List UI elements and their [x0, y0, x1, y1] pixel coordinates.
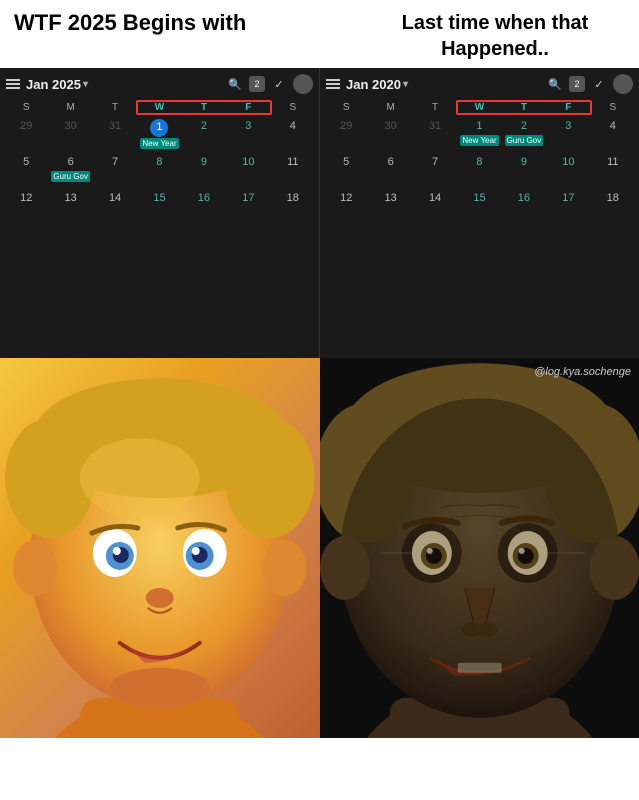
day-w-2020: W — [457, 100, 501, 115]
cal-cell: 3 — [226, 117, 270, 153]
day-s2: S — [271, 100, 315, 115]
event-tag: Guru Gov — [51, 171, 90, 182]
cal-cell: 5 — [4, 153, 48, 189]
day-s1: S — [4, 100, 48, 115]
calendars-section: Jan 2025 ▾ 🔍 2 ✓ S M T W T F S — [0, 68, 639, 358]
day-m: M — [48, 100, 92, 115]
search-icon[interactable]: 🔍 — [226, 75, 244, 93]
cal-cell: 16 — [502, 189, 546, 225]
cal-cell: 1New Year — [137, 117, 181, 153]
cal-cell: 15 — [457, 189, 501, 225]
event-tag: Guru Gov — [505, 135, 544, 146]
cal-cell: 31 — [413, 117, 457, 153]
cal-cell: 5 — [324, 153, 368, 189]
cal-cell: 7 — [413, 153, 457, 189]
cal-grid-2025: 2930311New Year23456Guru Gov789101112131… — [4, 117, 315, 225]
cal-cell: 10 — [226, 153, 270, 189]
cal-cell: 29 — [4, 117, 48, 153]
cal-cell: 31 — [93, 117, 137, 153]
mr-incredible-normal-svg — [0, 358, 320, 738]
cal-cell: 1New Year — [457, 117, 501, 153]
cal-cell: 6Guru Gov — [48, 153, 92, 189]
cal-2020-header: Jan 2020 ▾ 🔍 2 ✓ — [324, 74, 635, 94]
cal-cell: 15 — [137, 189, 181, 225]
cal-2025-header: Jan 2025 ▾ 🔍 2 ✓ — [4, 74, 315, 94]
avatar — [293, 74, 313, 94]
month-label-2020: Jan 2020 ▾ — [346, 77, 408, 92]
menu-icon-2020[interactable] — [326, 79, 340, 89]
day-s1-2020: S — [324, 100, 368, 115]
cal-cell: 11 — [591, 153, 635, 189]
avatar-2020 — [613, 74, 633, 94]
cal-cell: 6 — [368, 153, 412, 189]
month-label-2025: Jan 2025 ▾ — [26, 77, 88, 92]
cal-cell: 12 — [4, 189, 48, 225]
cal-cell: 30 — [368, 117, 412, 153]
search-icon-2020[interactable]: 🔍 — [546, 75, 564, 93]
cal-cell: 9 — [182, 153, 226, 189]
day-s2-2020: S — [591, 100, 635, 115]
day-f-2020: F — [546, 100, 590, 115]
cal-cell: 30 — [48, 117, 92, 153]
top-text-section: WTF 2025 Begins with Last time when that… — [0, 0, 639, 68]
cal-header-icons-2020: 🔍 2 ✓ — [546, 74, 633, 94]
cal-cell: 11 — [271, 153, 315, 189]
day-t1-2020: T — [413, 100, 457, 115]
dropdown-arrow-2020: ▾ — [403, 79, 408, 90]
cal-cell: 14 — [93, 189, 137, 225]
badge-2: 2 — [249, 76, 265, 92]
day-headers-2025: S M T W T F S — [4, 100, 315, 115]
cal-cell: 16 — [182, 189, 226, 225]
day-t2: T — [182, 100, 226, 115]
check-icon[interactable]: ✓ — [270, 75, 288, 93]
day-t1: T — [93, 100, 137, 115]
cal-cell: 10 — [546, 153, 590, 189]
cal-cell: 4 — [591, 117, 635, 153]
day-t2-2020: T — [502, 100, 546, 115]
cal-cell: 17 — [546, 189, 590, 225]
cal-cell: 7 — [93, 153, 137, 189]
cal-cell: 13 — [368, 189, 412, 225]
cal-cell: 17 — [226, 189, 270, 225]
cal-cell: 3 — [546, 117, 590, 153]
cal-cell: 4 — [271, 117, 315, 153]
cal-cell: 8 — [457, 153, 501, 189]
left-heading: WTF 2025 Begins with — [14, 10, 246, 62]
cal-grid-2020: 2930311New Year2Guru Gov3456789101112131… — [324, 117, 635, 225]
right-heading: Last time when that Happened.. — [365, 10, 625, 62]
meme-normal — [0, 358, 320, 738]
cal-cell: 9 — [502, 153, 546, 189]
badge-2-2020: 2 — [569, 76, 585, 92]
cal-cell: 2Guru Gov — [502, 117, 546, 153]
cal-cell: 2 — [182, 117, 226, 153]
day-headers-2020: S M T W T F S — [324, 100, 635, 115]
mr-incredible-uncanny-svg — [320, 358, 639, 738]
cal-header-icons: 🔍 2 ✓ — [226, 74, 313, 94]
calendar-2020: Jan 2020 ▾ 🔍 2 ✓ S M T W T F S 2930311N — [320, 68, 639, 358]
menu-icon[interactable] — [6, 79, 20, 89]
day-w: W — [137, 100, 181, 115]
day-f: F — [226, 100, 270, 115]
cal-cell: 12 — [324, 189, 368, 225]
cal-cell: 18 — [271, 189, 315, 225]
day-m-2020: M — [368, 100, 412, 115]
cal-cell: 8 — [137, 153, 181, 189]
dropdown-arrow: ▾ — [83, 79, 88, 90]
calendar-2025: Jan 2025 ▾ 🔍 2 ✓ S M T W T F S — [0, 68, 320, 358]
cal-cell: 13 — [48, 189, 92, 225]
cal-cell: 14 — [413, 189, 457, 225]
meme-uncanny: @log.kya.sochenge — [320, 358, 639, 738]
cal-cell: 29 — [324, 117, 368, 153]
check-icon-2020[interactable]: ✓ — [590, 75, 608, 93]
cal-cell: 18 — [591, 189, 635, 225]
meme-section: @log.kya.sochenge — [0, 358, 639, 738]
watermark: @log.kya.sochenge — [534, 366, 631, 378]
event-tag: New Year — [460, 135, 498, 146]
event-tag: New Year — [140, 138, 178, 149]
